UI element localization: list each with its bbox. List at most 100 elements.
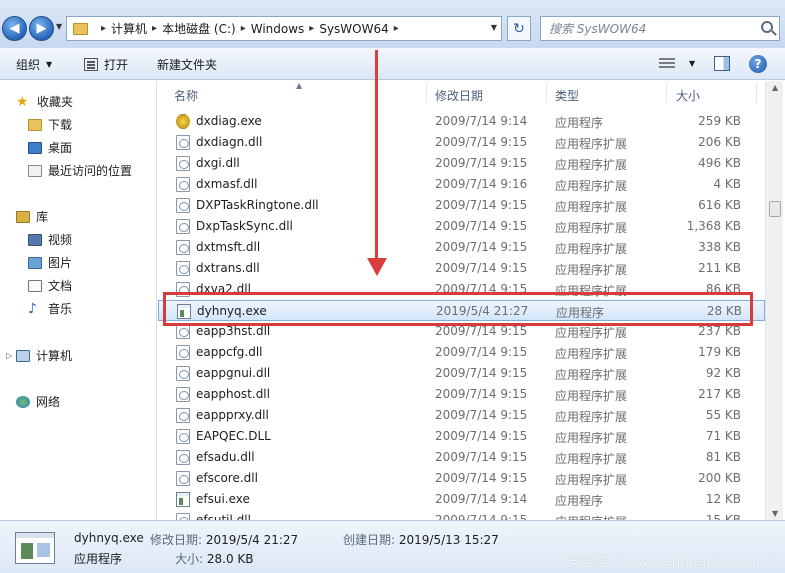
- breadcrumb: ▸ 计算机 ▸ 本地磁盘 (C:) ▸ Windows ▸ SysWOW64 ▸: [96, 20, 404, 37]
- table-row[interactable]: dxtmsft.dll 2009/7/14 9:15 应用程序扩展 338 KB: [158, 237, 765, 258]
- chevron-down-icon[interactable]: ▼: [689, 59, 695, 68]
- watermark: 安全客（ www.anquanke.com ）: [568, 555, 784, 570]
- table-row[interactable]: efsadu.dll 2009/7/14 9:15 应用程序扩展 81 KB: [158, 447, 765, 468]
- help-icon[interactable]: ?: [749, 55, 767, 73]
- sidebar-item-music[interactable]: ♪ 音乐: [28, 300, 72, 317]
- search-input[interactable]: 搜索 SysWOW64: [540, 16, 780, 41]
- sidebar-item-documents[interactable]: 文档: [28, 277, 72, 294]
- table-row[interactable]: dxdiagn.dll 2009/7/14 9:15 应用程序扩展 206 KB: [158, 132, 765, 153]
- table-row[interactable]: eapp3hst.dll 2009/7/14 9:15 应用程序扩展 237 KB: [158, 321, 765, 342]
- library-icon: [16, 210, 30, 223]
- sidebar-item-network[interactable]: 网络: [16, 393, 60, 410]
- command-bar: 组织 ▼ 打开 新建文件夹 ▼ ?: [0, 48, 785, 80]
- table-row[interactable]: dxtrans.dll 2009/7/14 9:15 应用程序扩展 211 KB: [158, 258, 765, 279]
- table-row[interactable]: dxva2.dll 2009/7/14 9:15 应用程序扩展 86 KB: [158, 279, 765, 300]
- column-divider[interactable]: [666, 83, 667, 103]
- table-row[interactable]: EAPQEC.DLL 2009/7/14 9:15 应用程序扩展 71 KB: [158, 426, 765, 447]
- table-row[interactable]: efscore.dll 2009/7/14 9:15 应用程序扩展 200 KB: [158, 468, 765, 489]
- scroll-up-icon[interactable]: ▲: [772, 83, 778, 92]
- sidebar-item-recent[interactable]: 最近访问的位置: [28, 162, 132, 179]
- dll-icon: [176, 261, 190, 276]
- chevron-right-icon[interactable]: ▸: [152, 23, 157, 34]
- vertical-scrollbar[interactable]: ▲ ▼: [765, 81, 783, 520]
- sidebar-item-label: 桌面: [48, 141, 73, 155]
- annotation-arrow-shaft: [375, 50, 378, 262]
- forward-button[interactable]: ▶: [29, 16, 54, 41]
- crumb-syswow64[interactable]: SysWOW64: [319, 22, 388, 36]
- dll-icon: [176, 156, 190, 171]
- file-type: 应用程序: [556, 306, 605, 320]
- column-header-type[interactable]: 类型: [555, 87, 579, 104]
- column-divider[interactable]: [426, 83, 427, 103]
- chevron-right-icon[interactable]: ▸: [309, 23, 314, 34]
- dll-icon: [176, 408, 190, 423]
- dll-icon: [176, 366, 190, 381]
- crumb-drive-c[interactable]: 本地磁盘 (C:): [162, 20, 236, 37]
- column-header-name[interactable]: 名称: [174, 87, 198, 104]
- column-header-size[interactable]: 大小: [676, 87, 700, 104]
- table-row[interactable]: eappcfg.dll 2009/7/14 9:15 应用程序扩展 179 KB: [158, 342, 765, 363]
- view-options-icon[interactable]: [659, 58, 675, 70]
- document-icon: [28, 279, 42, 292]
- recent-pages-dropdown[interactable]: ▼: [56, 22, 62, 31]
- table-row[interactable]: dxmasf.dll 2009/7/14 9:16 应用程序扩展 4 KB: [158, 174, 765, 195]
- file-type: 应用程序: [555, 494, 604, 508]
- crumb-computer[interactable]: 计算机: [111, 20, 147, 37]
- details-size-value: 28.0 KB: [206, 552, 254, 566]
- table-row[interactable]: eappprxy.dll 2009/7/14 9:15 应用程序扩展 55 KB: [158, 405, 765, 426]
- dll-icon: [176, 345, 190, 360]
- file-size: 81 KB: [705, 450, 741, 464]
- details-modified-value: 2019/5/4 21:27: [205, 533, 299, 547]
- table-row[interactable]: efsui.exe 2009/7/14 9:14 应用程序 12 KB: [158, 489, 765, 510]
- chevron-right-icon[interactable]: ▸: [394, 23, 399, 34]
- file-modified-date: 2009/7/14 9:15: [435, 345, 528, 359]
- sort-ascending-icon: ▲: [296, 81, 303, 90]
- sidebar-item-libraries[interactable]: 库: [16, 208, 48, 225]
- file-name: eapphost.dll: [196, 387, 270, 401]
- file-size: 4 KB: [713, 177, 741, 191]
- table-row[interactable]: DxpTaskSync.dll 2009/7/14 9:15 应用程序扩展 1,368…: [158, 216, 765, 237]
- column-divider[interactable]: [546, 83, 547, 103]
- sidebar-item-computer[interactable]: 计算机: [16, 347, 72, 364]
- new-folder-button[interactable]: 新建文件夹: [157, 56, 217, 73]
- file-size: 338 KB: [698, 240, 741, 254]
- sidebar-item-favorites[interactable]: ★ 收藏夹: [16, 93, 73, 110]
- sidebar-item-label: 网络: [36, 395, 61, 409]
- scroll-down-icon[interactable]: ▼: [772, 509, 778, 518]
- file-size: 200 KB: [698, 471, 741, 485]
- table-row[interactable]: eapphost.dll 2009/7/14 9:15 应用程序扩展 217 KB: [158, 384, 765, 405]
- table-row-selected[interactable]: dyhnyq.exe 2019/5/4 21:27 应用程序 28 KB: [158, 300, 765, 321]
- file-type: 应用程序扩展: [555, 347, 628, 361]
- computer-icon: [16, 349, 30, 362]
- table-row[interactable]: DXPTaskRingtone.dll 2009/7/14 9:15 应用程序扩展 6…: [158, 195, 765, 216]
- preview-pane-icon[interactable]: [714, 56, 730, 71]
- file-size: 86 KB: [705, 282, 741, 296]
- sidebar-item-desktop[interactable]: 桌面: [28, 139, 72, 156]
- sidebar-item-downloads[interactable]: 下载: [28, 116, 72, 133]
- scroll-thumb[interactable]: [769, 201, 781, 217]
- crumb-windows[interactable]: Windows: [251, 22, 305, 36]
- column-header-modified[interactable]: 修改日期: [435, 87, 483, 104]
- file-modified-date: 2009/7/14 9:15: [435, 240, 528, 254]
- sidebar-item-pictures[interactable]: 图片: [28, 254, 72, 271]
- file-name: dxva2.dll: [196, 282, 251, 296]
- table-row[interactable]: eappgnui.dll 2009/7/14 9:15 应用程序扩展 92 KB: [158, 363, 765, 384]
- dll-icon: [176, 282, 190, 297]
- file-name: efscore.dll: [196, 471, 258, 485]
- search-icon[interactable]: [761, 21, 773, 33]
- refresh-button[interactable]: ↻: [507, 16, 531, 41]
- chevron-right-icon[interactable]: ▸: [101, 23, 106, 34]
- sidebar-item-videos[interactable]: 视频: [28, 231, 72, 248]
- back-button[interactable]: ◀: [2, 16, 27, 41]
- organize-button[interactable]: 组织 ▼: [16, 56, 52, 73]
- table-row[interactable]: dxdiag.exe 2009/7/14 9:14 应用程序 259 KB: [158, 111, 765, 132]
- details-file-name: dyhnyq.exe: [74, 531, 144, 545]
- column-divider[interactable]: [756, 83, 757, 103]
- star-icon: ★: [16, 93, 29, 110]
- open-button[interactable]: 打开: [84, 56, 128, 73]
- table-row[interactable]: dxgi.dll 2009/7/14 9:15 应用程序扩展 496 KB: [158, 153, 765, 174]
- address-bar[interactable]: ▸ 计算机 ▸ 本地磁盘 (C:) ▸ Windows ▸ SysWOW64 ▸…: [66, 16, 502, 41]
- chevron-right-icon[interactable]: ▸: [241, 23, 246, 34]
- expand-arrow-icon[interactable]: ▷: [6, 351, 12, 360]
- chevron-down-icon[interactable]: ▼: [491, 23, 497, 32]
